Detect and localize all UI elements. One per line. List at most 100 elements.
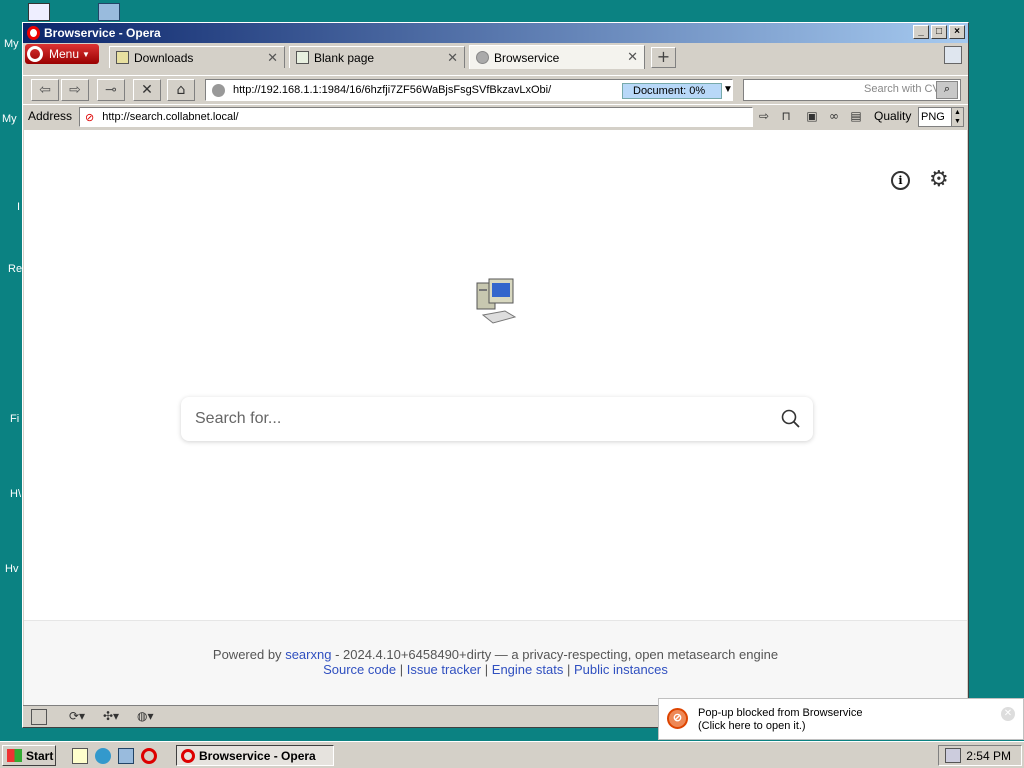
tray-icon[interactable] xyxy=(945,748,961,763)
source-code-link[interactable]: Source code xyxy=(323,662,396,677)
page-save-icon[interactable]: ▣ xyxy=(803,108,821,126)
clipboard-icon[interactable]: ▤ xyxy=(847,108,865,126)
globe-icon xyxy=(476,51,489,64)
spinner-icon[interactable]: ▲ ▼ xyxy=(951,108,963,126)
doc-label: Document: xyxy=(633,85,687,97)
search-icon[interactable] xyxy=(781,409,801,429)
page-footer: Powered by searxng - 2024.4.10+6458490+d… xyxy=(24,620,967,705)
unite-icon[interactable]: ✣▾ xyxy=(103,709,119,725)
tab-label: Browservice xyxy=(494,50,560,65)
gear-icon[interactable]: ⚙ xyxy=(929,169,951,191)
public-instances-link[interactable]: Public instances xyxy=(574,662,668,677)
issue-tracker-link[interactable]: Issue tracker xyxy=(407,662,481,677)
menu-label: Menu xyxy=(49,47,80,61)
clock[interactable]: 2:54 PM xyxy=(966,749,1011,763)
quality-value: PNG xyxy=(921,111,945,123)
tab-bar: Menu ▼ Downloads ✕ Blank page ✕ Browserv… xyxy=(23,43,968,69)
desktop-label: Fi xyxy=(10,413,20,425)
search-placeholder: Search with CV xyxy=(864,83,936,95)
desktop-label: My xyxy=(2,113,17,125)
opera-logo-icon xyxy=(27,46,43,62)
separator: | xyxy=(566,662,571,677)
quality-select[interactable]: PNG ▲ ▼ xyxy=(918,107,964,127)
key-icon[interactable]: ⊸ xyxy=(97,79,125,101)
desktop-label: I xyxy=(17,201,21,213)
internet-explorer-icon[interactable] xyxy=(95,748,111,764)
network-icon[interactable] xyxy=(118,748,134,764)
info-icon[interactable]: i xyxy=(891,171,910,190)
chevron-down-icon[interactable]: ▼ xyxy=(723,84,733,95)
home-button[interactable]: ⌂ xyxy=(167,79,195,101)
close-icon[interactable]: ✕ xyxy=(627,49,638,65)
chevron-down-icon: ▼ xyxy=(82,49,90,59)
opera-menu-button[interactable]: Menu ▼ xyxy=(25,44,99,64)
desktop-label: H\ xyxy=(10,488,21,500)
popup-blocked-notification[interactable]: ⊘ Pop-up blocked from Browservice (Click… xyxy=(658,698,1024,740)
system-tray: 2:54 PM xyxy=(938,745,1022,766)
stop-button[interactable]: ✕ xyxy=(133,79,161,101)
search-field[interactable]: Search with CV ⌕ xyxy=(743,79,961,101)
trash-icon[interactable] xyxy=(944,46,962,64)
tab-label: Blank page xyxy=(314,50,375,65)
close-icon[interactable]: ✕ xyxy=(447,50,458,66)
tab-browservice[interactable]: Browservice ✕ xyxy=(469,45,645,69)
taskbar: Start Browservice - Opera 2:54 PM xyxy=(0,741,1024,768)
sync-icon[interactable]: ⟳▾ xyxy=(69,709,85,725)
new-tab-button[interactable]: + xyxy=(651,47,676,68)
tab-label: Downloads xyxy=(134,50,194,65)
minimize-button[interactable]: _ xyxy=(913,25,929,39)
start-button[interactable]: Start xyxy=(2,745,56,766)
turbo-icon[interactable]: ◍▾ xyxy=(137,709,154,725)
address-input[interactable]: ⊘ http://search.collabnet.local/ xyxy=(79,107,753,127)
close-icon[interactable]: ✕ xyxy=(1001,707,1015,721)
computer-logo-icon xyxy=(476,278,517,324)
close-icon[interactable]: ✕ xyxy=(267,50,278,66)
page-content: i ⚙ Powered by searxng - 2024.4.10+64584… xyxy=(24,130,967,705)
back-button[interactable]: ⇦ xyxy=(31,79,59,101)
download-icon xyxy=(116,51,129,64)
globe-icon xyxy=(212,83,225,97)
go-arrow-icon[interactable]: ⇨ xyxy=(755,108,773,126)
popup-message: Pop-up blocked from Browservice xyxy=(698,707,863,719)
search-input[interactable] xyxy=(181,410,761,428)
opera-icon[interactable] xyxy=(141,748,157,764)
url-display[interactable]: http://192.168.1.1:1984/16/6hzfji7ZF56Wa… xyxy=(205,79,733,101)
insecure-page-icon: ⊘ xyxy=(85,111,95,124)
close-window-button[interactable]: × xyxy=(949,25,965,39)
maximize-button[interactable]: □ xyxy=(931,25,947,39)
opera-logo-icon xyxy=(27,26,40,40)
find-icon[interactable]: ∞ xyxy=(825,108,843,126)
address-label: Address xyxy=(28,109,73,123)
desktop-icon-computer[interactable] xyxy=(28,3,50,21)
tab-downloads[interactable]: Downloads ✕ xyxy=(109,46,285,68)
doc-progress-value: 0% xyxy=(689,85,706,97)
address-text: http://search.collabnet.local/ xyxy=(102,111,239,123)
task-label: Browservice - Opera xyxy=(199,748,316,763)
desktop-label: Re xyxy=(8,263,23,275)
window-titlebar[interactable]: Browservice - Opera _ □ × xyxy=(23,23,968,43)
panel-toggle-icon[interactable] xyxy=(31,709,47,725)
bookmark-icon[interactable]: ⊓ xyxy=(777,108,795,126)
search-box[interactable] xyxy=(181,397,813,441)
desktop-label: Hv xyxy=(5,563,19,575)
separator: | xyxy=(399,662,404,677)
taskbar-button-opera[interactable]: Browservice - Opera xyxy=(176,745,334,766)
notepad-icon[interactable] xyxy=(72,748,88,764)
popup-hint: (Click here to open it.) xyxy=(698,720,806,732)
opera-logo-icon xyxy=(181,748,195,763)
window-title: Browservice - Opera xyxy=(44,26,161,40)
quality-label: Quality xyxy=(874,109,912,123)
forward-button[interactable]: ⇨ xyxy=(61,79,89,101)
version-text: - 2024.4.10+6458490+dirty — a privacy-re… xyxy=(335,647,779,662)
desktop-icon-network[interactable] xyxy=(98,3,120,21)
windows-logo-icon xyxy=(7,749,22,762)
opera-window: Browservice - Opera _ □ × Menu ▼ Downloa… xyxy=(22,22,969,728)
tab-blank-page[interactable]: Blank page ✕ xyxy=(289,46,465,68)
searxng-link[interactable]: searxng xyxy=(285,647,331,662)
desktop-label: My xyxy=(4,38,19,50)
blocked-icon: ⊘ xyxy=(667,708,688,729)
engine-stats-link[interactable]: Engine stats xyxy=(492,662,564,677)
search-icon[interactable]: ⌕ xyxy=(936,81,958,99)
url-text: http://192.168.1.1:1984/16/6hzfji7ZF56Wa… xyxy=(233,84,552,96)
address-toolbar: Address ⊘ http://search.collabnet.local/… xyxy=(23,104,968,128)
